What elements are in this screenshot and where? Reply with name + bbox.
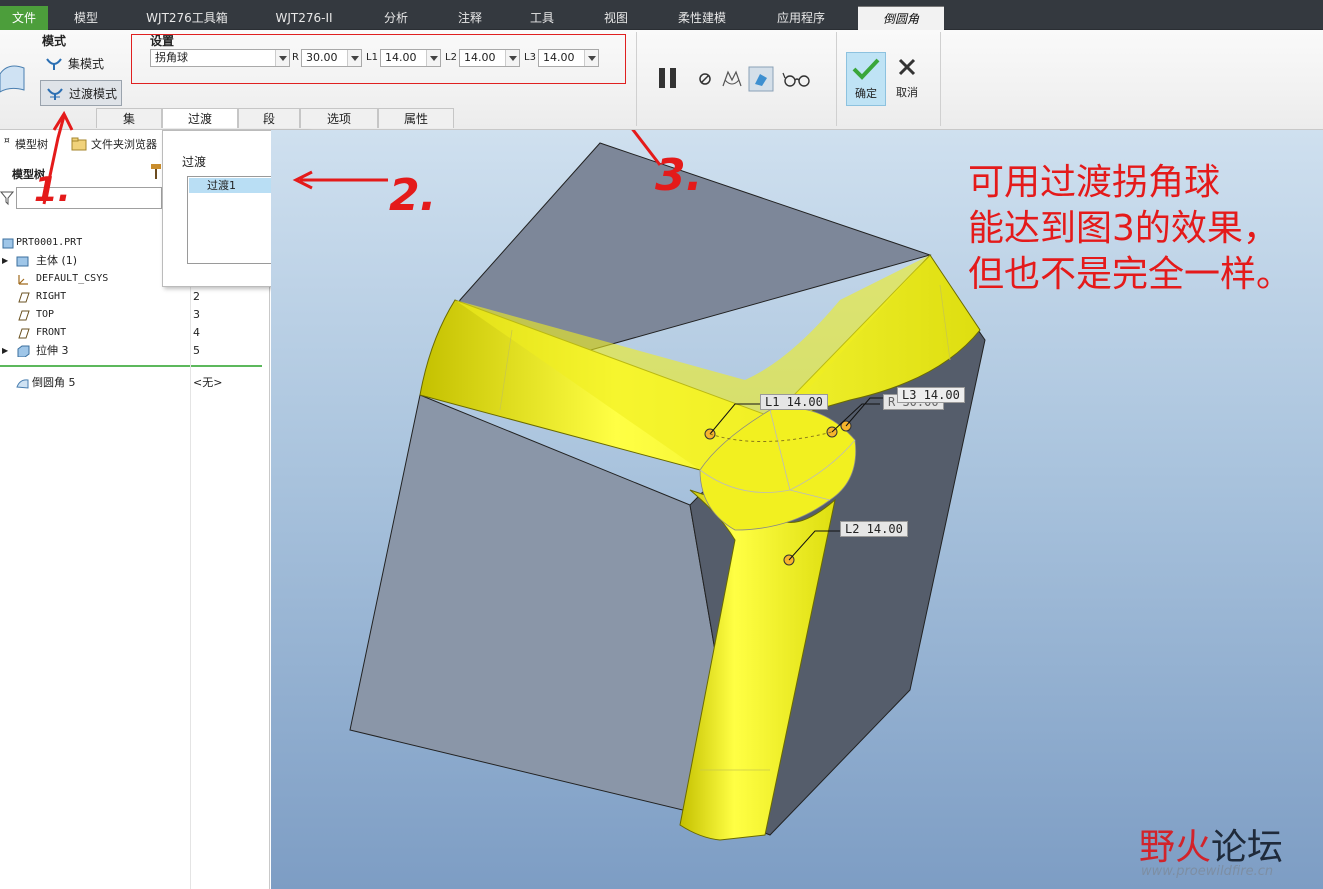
subtab-transitions[interactable]: 过渡 bbox=[162, 108, 238, 128]
mode-group-title: 模式 bbox=[42, 34, 67, 48]
note-line: 能达到图3的效果， bbox=[968, 208, 1279, 249]
expand-icon[interactable]: ▶ bbox=[2, 252, 8, 270]
filter-icon[interactable] bbox=[0, 190, 14, 206]
tree-item-label: 倒圆角 5 bbox=[32, 376, 76, 389]
tree-item-number: 2 bbox=[193, 290, 200, 303]
close-icon bbox=[898, 58, 916, 76]
tab-wjt276-toolbox[interactable]: WJT276工具箱 bbox=[134, 6, 240, 30]
cancel-label: 取消 bbox=[896, 86, 918, 99]
group-divider bbox=[940, 32, 941, 126]
dimension-l2[interactable]: L2 14.00 bbox=[840, 521, 908, 537]
no-preview-icon[interactable] bbox=[696, 70, 714, 88]
explanation-note: 可用过渡拐角球 能达到图3的效果， 但也不是完全一样。 bbox=[968, 160, 1292, 298]
tab-flexible-modeling[interactable]: 柔性建模 bbox=[664, 6, 740, 30]
pause-icon[interactable] bbox=[656, 66, 682, 90]
tab-annotate[interactable]: 注释 bbox=[444, 6, 496, 30]
transition-mode-icon bbox=[47, 88, 63, 100]
part-icon bbox=[2, 238, 14, 249]
group-divider bbox=[836, 32, 837, 126]
watermark-url: www.proewildfire.cn bbox=[1141, 864, 1274, 879]
insert-indicator bbox=[0, 365, 262, 367]
dimension-l3[interactable]: L3 14.00 bbox=[897, 387, 965, 403]
dimension-l1[interactable]: L1 14.00 bbox=[760, 394, 828, 410]
tab-tools[interactable]: 工具 bbox=[516, 6, 568, 30]
tree-item-label: 拉伸 3 bbox=[36, 344, 69, 357]
transition-mode-button[interactable]: 过渡模式 bbox=[40, 80, 123, 106]
glasses-icon[interactable] bbox=[782, 70, 812, 88]
subtab-properties[interactable]: 属性 bbox=[378, 108, 454, 128]
tree-item-label: RIGHT bbox=[36, 291, 67, 302]
tree-item-number: <无> bbox=[193, 376, 223, 389]
plane-icon bbox=[18, 292, 30, 303]
tree-item-number: 3 bbox=[193, 308, 200, 321]
extrude-icon bbox=[17, 345, 30, 357]
tree-item-top-plane[interactable]: TOP 3 bbox=[0, 306, 270, 324]
ribbon-tab-bar: 文件 模型 WJT276工具箱 WJT276-II 分析 注释 工具 视图 柔性… bbox=[0, 0, 1323, 30]
set-mode-button[interactable]: 集模式 bbox=[40, 52, 108, 74]
tab-applications[interactable]: 应用程序 bbox=[762, 6, 840, 30]
subtab-options[interactable]: 选项 bbox=[300, 108, 378, 128]
tree-item-label: DEFAULT_CSYS bbox=[36, 273, 109, 284]
round-feature-icon bbox=[0, 65, 25, 93]
tree-item-label: TOP bbox=[36, 309, 55, 320]
expand-icon[interactable]: ▶ bbox=[2, 342, 8, 360]
tab-view[interactable]: 视图 bbox=[590, 6, 642, 30]
tab-wjt276-ii[interactable]: WJT276-II bbox=[264, 6, 344, 30]
set-mode-label: 集模式 bbox=[68, 56, 105, 71]
tree-item-number: 4 bbox=[193, 326, 200, 339]
tree-item-extrude[interactable]: ▶ 拉伸 3 5 bbox=[0, 342, 270, 360]
plane-icon bbox=[18, 310, 30, 321]
tree-item-label: PRT0001.PRT bbox=[16, 237, 83, 248]
geometry-preview-icon[interactable] bbox=[720, 68, 744, 90]
annotation-box-3 bbox=[131, 34, 626, 84]
ok-button[interactable]: 确定 bbox=[846, 52, 886, 106]
plane-icon bbox=[18, 328, 30, 339]
hammer-icon[interactable] bbox=[150, 162, 162, 180]
ribbon: 模式 集模式 过渡模式 设置 拐角球 R 30.00 L1 14.00 L2 1… bbox=[0, 30, 1323, 130]
graphics-viewport[interactable]: L1 14.00 R 30.00 L3 14.00 L2 14.00 2. 3.… bbox=[271, 130, 1323, 889]
note-line: 但也不是完全一样。 bbox=[968, 254, 1293, 295]
tab-model[interactable]: 模型 bbox=[60, 6, 112, 30]
ok-label: 确定 bbox=[855, 87, 877, 100]
tab-analysis[interactable]: 分析 bbox=[370, 6, 422, 30]
subtab-pieces[interactable]: 段 bbox=[238, 108, 300, 128]
tab-marker-icon: ¤ bbox=[4, 136, 10, 146]
group-divider bbox=[636, 32, 637, 126]
annotation-arrow-1 bbox=[42, 110, 74, 205]
checkmark-icon bbox=[852, 58, 880, 80]
csys-icon bbox=[18, 275, 28, 285]
tree-item-round[interactable]: 倒圆角 5 <无> bbox=[0, 374, 270, 392]
column-divider bbox=[190, 230, 191, 889]
cancel-button[interactable]: 取消 bbox=[890, 52, 924, 106]
tree-item-number: 5 bbox=[193, 344, 200, 357]
tab-round[interactable]: 倒圆角 bbox=[858, 6, 944, 30]
tree-item-front-plane[interactable]: FRONT 4 bbox=[0, 324, 270, 342]
annotation-number-2: 2. bbox=[389, 170, 437, 221]
watermark-logo: 野火论坛 bbox=[1139, 827, 1284, 868]
round-icon bbox=[16, 379, 29, 389]
transition-mode-label: 过渡模式 bbox=[69, 86, 118, 101]
set-mode-icon bbox=[46, 58, 62, 70]
transitions-title: 过渡 bbox=[182, 155, 207, 169]
tree-item-label: FRONT bbox=[36, 327, 67, 338]
verify-mode-icon[interactable] bbox=[748, 66, 774, 92]
tab-file[interactable]: 文件 bbox=[0, 6, 48, 30]
tree-item-right-plane[interactable]: RIGHT 2 bbox=[0, 288, 270, 306]
body-icon bbox=[16, 256, 29, 267]
note-line: 可用过渡拐角球 bbox=[968, 162, 1221, 203]
annotation-number-3: 3. bbox=[655, 150, 703, 201]
tree-item-label: 主体 (1) bbox=[36, 254, 78, 267]
